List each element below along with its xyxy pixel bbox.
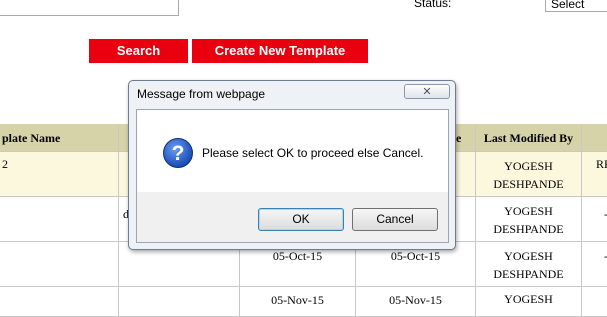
table-cell-name bbox=[0, 242, 119, 287]
table-cell-extra: - bbox=[582, 242, 607, 287]
modified-by-line1: YOGESH bbox=[504, 204, 553, 218]
header-extra bbox=[582, 124, 607, 152]
dialog-body: ? Please select OK to proceed else Cance… bbox=[136, 109, 449, 243]
dialog-message: Please select OK to proceed else Cancel. bbox=[202, 146, 424, 160]
table-cell bbox=[119, 287, 240, 317]
table-cell-name bbox=[0, 197, 119, 242]
question-icon: ? bbox=[163, 138, 193, 168]
header-template-name: plate Name bbox=[0, 124, 119, 152]
close-icon: ✕ bbox=[422, 86, 432, 98]
template-name-input[interactable] bbox=[0, 0, 179, 16]
status-label: Status: bbox=[414, 0, 452, 10]
modified-by-line1: YOGESH bbox=[504, 159, 553, 173]
table-cell-name bbox=[0, 287, 119, 317]
table-cell-extra: - bbox=[582, 197, 607, 242]
table-cell-modified-by: YOGESH DESHPANDE bbox=[476, 197, 582, 242]
modified-by-line2: DESHPANDE bbox=[493, 177, 564, 191]
modified-by-line1: YOGESH bbox=[504, 249, 553, 263]
table-cell-date: 05-Nov-15 bbox=[356, 287, 476, 317]
cancel-button[interactable]: Cancel bbox=[352, 208, 438, 231]
table-cell-extra bbox=[582, 287, 607, 317]
table-cell-modified-by: YOGESH DESHPANDE bbox=[476, 242, 582, 287]
close-button[interactable]: ✕ bbox=[404, 84, 450, 99]
create-new-template-button[interactable]: Create New Template bbox=[192, 39, 368, 63]
table-cell-name: 2 bbox=[0, 152, 119, 197]
confirm-dialog: Message from webpage ✕ ? Please select O… bbox=[128, 80, 456, 250]
dialog-title: Message from webpage bbox=[137, 87, 266, 101]
table-cell-extra: RE bbox=[582, 152, 607, 197]
modified-by-line2: DESHPANDE bbox=[493, 267, 564, 281]
search-button[interactable]: Search bbox=[89, 39, 188, 63]
table-cell-date: 05-Nov-15 bbox=[240, 287, 356, 317]
table-cell-modified-by: YOGESH bbox=[476, 287, 582, 317]
header-last-modified-by: Last Modified By bbox=[476, 124, 582, 152]
status-select[interactable]: Select bbox=[545, 0, 607, 12]
ok-button[interactable]: OK bbox=[258, 208, 344, 231]
table-cell-modified-by: YOGESH DESHPANDE bbox=[476, 152, 582, 197]
modified-by-line2: DESHPANDE bbox=[493, 222, 564, 236]
